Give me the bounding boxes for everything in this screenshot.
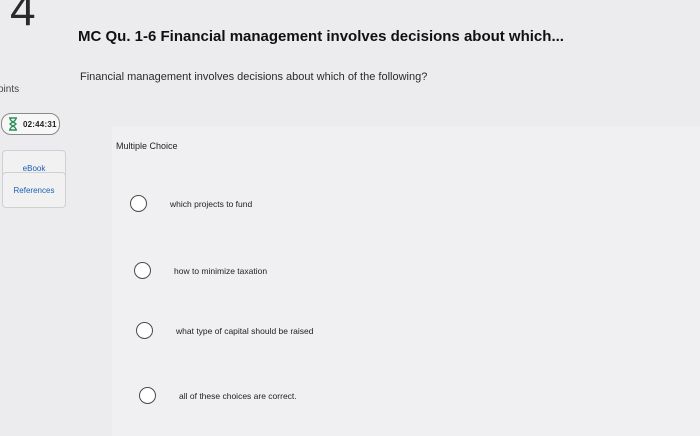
radio-button[interactable] <box>134 262 151 279</box>
answer-option-4[interactable]: all of these choices are correct. <box>139 387 297 404</box>
hourglass-icon <box>9 117 17 131</box>
left-panel: 4 oints 02:44:31 eBook References <box>0 0 70 436</box>
references-button[interactable]: References <box>2 172 66 208</box>
radio-button[interactable] <box>139 387 156 404</box>
timer-value: 02:44:31 <box>23 119 57 129</box>
timer-badge[interactable]: 02:44:31 <box>1 113 60 135</box>
radio-button[interactable] <box>130 195 147 212</box>
option-label[interactable]: what type of capital should be raised <box>176 326 314 336</box>
radio-button[interactable] <box>136 322 153 339</box>
question-prompt: Financial management involves decisions … <box>80 71 428 83</box>
question-number: 4 <box>10 0 36 35</box>
answer-option-2[interactable]: how to minimize taxation <box>134 262 267 279</box>
answer-option-1[interactable]: which projects to fund <box>130 195 252 212</box>
points-label: oints <box>0 84 20 95</box>
option-label[interactable]: all of these choices are correct. <box>179 391 297 401</box>
option-label[interactable]: how to minimize taxation <box>174 266 267 276</box>
question-panel: MC Qu. 1-6 Financial management involves… <box>70 0 700 436</box>
option-label[interactable]: which projects to fund <box>170 199 252 209</box>
question-type-label: Multiple Choice <box>116 141 178 151</box>
question-title: MC Qu. 1-6 Financial management involves… <box>78 28 564 45</box>
answer-option-3[interactable]: what type of capital should be raised <box>136 322 314 339</box>
